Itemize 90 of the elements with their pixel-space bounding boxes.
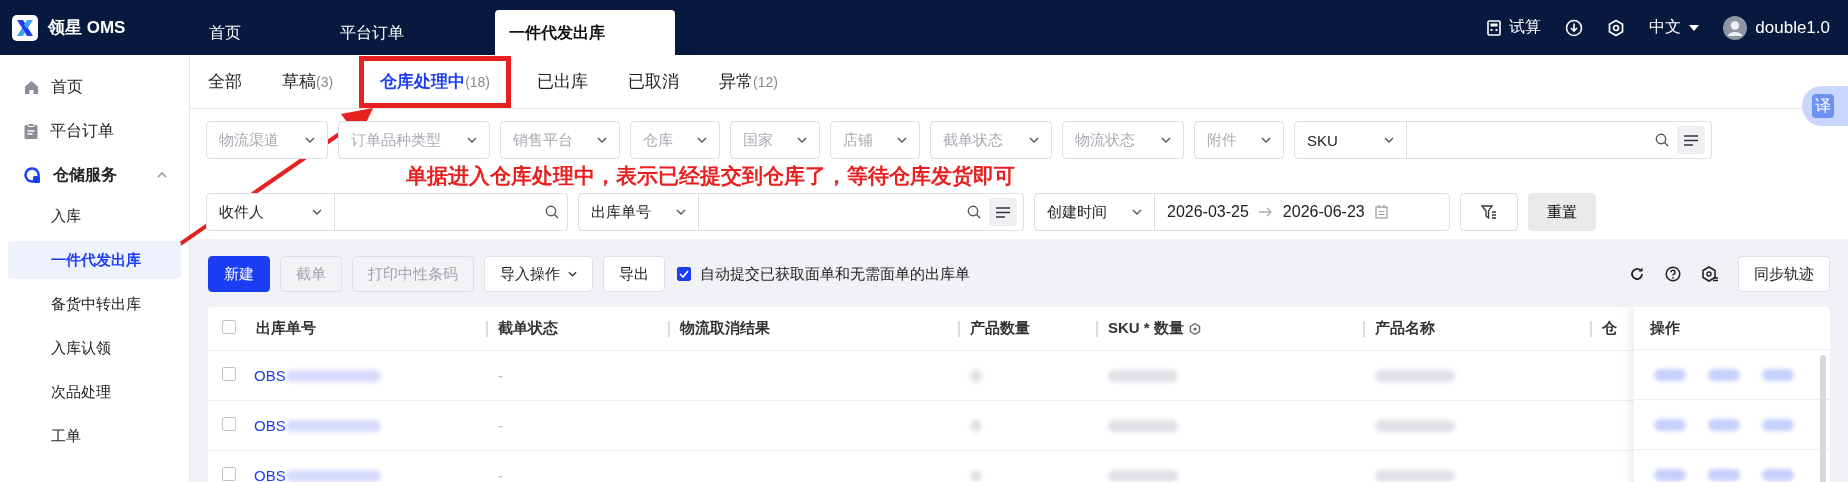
status-tab[interactable]: 草稿(3) [262, 55, 354, 108]
blurred-text [1708, 418, 1740, 431]
blurred-text [970, 469, 982, 482]
blurred-text [1108, 469, 1178, 482]
home-icon [24, 79, 39, 95]
blurred-text [1708, 468, 1740, 481]
blurred-text [1108, 419, 1178, 432]
column-header: 截单状态 [486, 320, 668, 337]
column-header: 产品数量 [958, 320, 1096, 337]
sidebar-subitem[interactable]: 一件代发出库 [8, 241, 181, 279]
caret-icon [1689, 24, 1700, 31]
sidebar-subitem[interactable]: 工单 [8, 417, 181, 455]
column-settings-icon[interactable] [1701, 266, 1718, 282]
blurred-text [970, 419, 982, 432]
order-number-link[interactable]: OBS [254, 367, 286, 384]
sidebar-item[interactable]: 平台订单 [8, 109, 181, 153]
logo-icon [12, 14, 38, 41]
sidebar-subitem[interactable]: 入库认领 [8, 329, 181, 367]
annotation-text: 单据进入仓库处理中，表示已经提交到仓库了，等待仓库发货即可 [406, 163, 1015, 189]
column-header: 仓 [1590, 320, 1630, 337]
page-tab[interactable]: 一件代发出库 [495, 10, 675, 55]
calculator-icon [1487, 19, 1502, 36]
table-cell: - [498, 417, 503, 434]
status-tab[interactable]: 异常(12) [699, 55, 798, 108]
blurred-text [1762, 418, 1794, 431]
column-header: 物流取消结果 [668, 320, 958, 337]
blurred-text [1708, 368, 1740, 381]
help-icon[interactable] [1665, 266, 1681, 282]
column-header: 产品名称 [1363, 320, 1590, 337]
blurred-text [1762, 468, 1794, 481]
chevron-icon [568, 271, 577, 277]
page-tab[interactable]: 首页 [195, 10, 325, 55]
table-cell: - [498, 367, 503, 384]
chevron-icon [697, 137, 707, 143]
order-number-link[interactable]: OBS [254, 467, 286, 482]
row-checkbox[interactable] [222, 467, 236, 481]
filter-button[interactable] [1460, 193, 1518, 231]
blurred-text [1108, 369, 1178, 382]
chevron-icon [157, 172, 167, 178]
blurred-text [1654, 418, 1686, 431]
blurred-text [1762, 368, 1794, 381]
page-tab[interactable]: 平台订单 [325, 10, 455, 55]
refresh-icon[interactable] [1629, 266, 1645, 282]
chevron-icon [305, 137, 315, 143]
sidebar-item[interactable]: 仓储服务 [8, 153, 181, 197]
sync-tracking-button[interactable]: 同步轨迹 [1738, 256, 1830, 292]
toolbar-button[interactable]: 导入操作 [484, 256, 593, 292]
settings-icon [1188, 322, 1201, 335]
table-cell: - [498, 467, 503, 482]
status-tab[interactable]: 仓库处理中(18) [359, 55, 512, 108]
column-header: 出库单号 [255, 320, 317, 337]
warehouse-icon [24, 166, 41, 184]
chevron-icon [1161, 137, 1171, 143]
avatar-icon [1723, 15, 1748, 40]
reset-button[interactable]: 重置 [1528, 193, 1596, 231]
status-tab[interactable]: 已出库 [517, 55, 609, 108]
language-select[interactable]: 中文 [1649, 17, 1700, 38]
column-header: SKU * 数量 [1096, 320, 1363, 337]
blurred-text [1654, 368, 1686, 381]
checkbox[interactable] [677, 267, 691, 281]
toolbar-button[interactable]: 导出 [603, 256, 665, 292]
user-name[interactable]: double1.0 [1755, 17, 1830, 38]
download-icon[interactable] [1565, 18, 1584, 37]
order-number-link[interactable]: OBS [254, 417, 286, 434]
toolbar-button[interactable]: 新建 [208, 256, 270, 292]
settings-icon[interactable] [1607, 18, 1626, 37]
blurred-text [970, 369, 982, 382]
chevron-icon [797, 137, 807, 143]
sidebar-item[interactable]: 首页 [8, 65, 181, 109]
chevron-icon [467, 137, 477, 143]
sidebar-subitem[interactable]: 入库 [8, 197, 181, 235]
blurred-text [1654, 468, 1686, 481]
filter-icon [1481, 205, 1497, 219]
sidebar-subitem[interactable]: 次品处理 [8, 373, 181, 411]
row-checkbox[interactable] [222, 417, 236, 431]
brand-name: 领星 OMS [48, 17, 126, 39]
chevron-icon [1029, 137, 1039, 143]
status-tab[interactable]: 已取消 [608, 55, 700, 108]
column-header: 操作 [1634, 307, 1830, 350]
sidebar-subitem[interactable]: 备货中转出库 [8, 285, 181, 323]
checkbox-label: 自动提交已获取面单和无需面单的出库单 [700, 264, 970, 284]
chevron-icon [1261, 137, 1271, 143]
status-tab[interactable]: 全部 [208, 55, 262, 108]
scrollbar[interactable] [1820, 355, 1826, 482]
clipboard-icon [24, 123, 38, 139]
trial-button[interactable]: 试算 [1487, 17, 1542, 38]
row-checkbox[interactable] [222, 367, 236, 381]
chevron-icon [897, 137, 907, 143]
select-all-checkbox[interactable] [222, 320, 236, 334]
chevron-icon [597, 137, 607, 143]
